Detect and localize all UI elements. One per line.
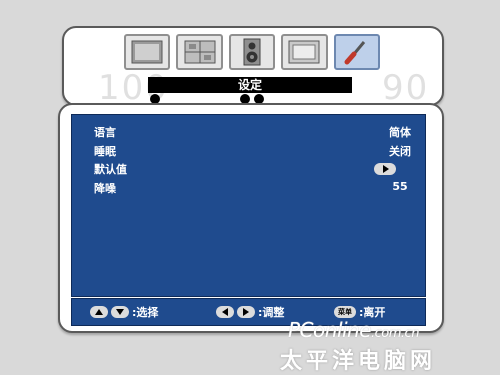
setting-label: 语言 — [94, 126, 116, 139]
up-key[interactable] — [90, 306, 108, 318]
right-key[interactable] — [237, 306, 255, 318]
default-play-button[interactable] — [374, 163, 396, 175]
tv-picture-icon — [131, 40, 163, 64]
setting-language[interactable]: 语言 简体 — [94, 124, 500, 140]
tab-picture[interactable] — [124, 34, 171, 70]
watermark-text: 太平洋电脑网 — [280, 349, 437, 374]
speaker-icon — [243, 38, 261, 66]
arrow-up-icon — [95, 309, 103, 315]
setting-value: 关闭 — [389, 145, 411, 158]
setting-value: 55 — [392, 180, 408, 193]
layout-grid-icon — [184, 40, 216, 64]
setting-label: 睡眠 — [94, 145, 116, 158]
screwdriver-icon — [344, 41, 365, 65]
ghost-number-right: 90 — [382, 68, 430, 108]
setting-label: 降噪 — [94, 182, 116, 195]
setting-value: 简体 — [389, 126, 411, 139]
tab-display[interactable] — [176, 34, 223, 70]
setting-label: 默认值 — [94, 163, 127, 176]
hint-adjust: :调整 — [216, 304, 284, 320]
hint-select: :选择 — [90, 304, 158, 320]
setting-sleep[interactable]: 睡眠 关闭 — [94, 143, 500, 159]
watermark-logo: PConline.com.cn — [288, 318, 419, 342]
down-key[interactable] — [111, 306, 129, 318]
hint-adjust-label: :调整 — [258, 306, 285, 319]
settings-panel — [71, 114, 426, 297]
tab-audio[interactable] — [228, 34, 276, 70]
page-title: 设定 — [148, 77, 352, 93]
arrow-down-icon — [116, 309, 124, 315]
monitor-icon — [288, 40, 320, 64]
setting-noise-reduction[interactable]: 降噪 55 — [94, 180, 500, 196]
tab-screen[interactable] — [281, 34, 328, 70]
left-key[interactable] — [216, 306, 234, 318]
hint-select-label: :选择 — [132, 306, 159, 319]
menu-key[interactable]: 菜单 — [334, 306, 356, 318]
arrow-right-icon — [243, 308, 249, 316]
tab-setup[interactable] — [333, 34, 381, 70]
play-icon — [383, 165, 389, 173]
watermark-suffix: .com.cn — [371, 326, 419, 341]
watermark-line1: PConline — [288, 318, 372, 342]
setting-default[interactable]: 默认值 — [94, 161, 500, 177]
menu-tabs — [124, 34, 381, 70]
arrow-left-icon — [222, 308, 228, 316]
